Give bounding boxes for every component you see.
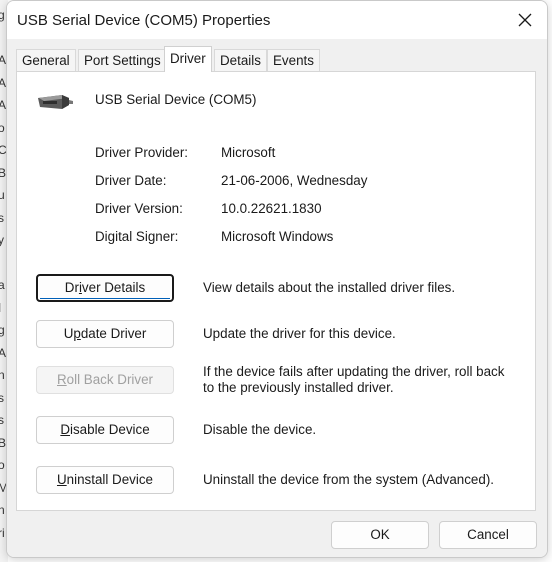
close-icon <box>518 13 532 27</box>
dialog-body: General Port Settings Driver Details Eve… <box>7 39 547 557</box>
properties-dialog: USB Serial Device (COM5) Properties Gene… <box>6 0 548 558</box>
driver-details-description: View details about the installed driver … <box>203 280 456 295</box>
driver-date-label: Driver Date: <box>95 173 167 188</box>
background-text-fragment: g <box>0 323 5 337</box>
background-text-fragment: n <box>0 503 5 517</box>
tab-events[interactable]: Events <box>267 49 320 71</box>
background-text-fragment: i <box>0 31 1 45</box>
uninstall-device-button[interactable]: Uninstall Device <box>36 466 174 494</box>
update-driver-button[interactable]: Update Driver <box>36 320 174 348</box>
uninstall-device-description: Uninstall the device from the system (Ad… <box>203 472 494 487</box>
title-bar: USB Serial Device (COM5) Properties <box>7 1 547 39</box>
background-text-fragment: o <box>0 120 5 135</box>
cancel-button[interactable]: Cancel <box>439 521 537 549</box>
close-button[interactable] <box>507 5 543 35</box>
disable-device-button[interactable]: Disable Device <box>36 416 174 444</box>
background-text-fragment: ا <box>0 301 1 315</box>
background-text-fragment: a <box>0 278 5 292</box>
driver-version-label: Driver Version: <box>95 201 183 216</box>
background-text-fragment: g <box>0 8 5 22</box>
serial-connector-icon <box>38 95 73 109</box>
background-text-fragment: y <box>0 233 4 247</box>
background-text-fragment: i <box>0 256 1 270</box>
window-title: USB Serial Device (COM5) Properties <box>17 12 271 29</box>
background-text-fragment: s <box>0 413 4 427</box>
tab-driver[interactable]: Driver <box>164 46 212 72</box>
digital-signer-label: Digital Signer: <box>95 229 179 244</box>
driver-version-value: 10.0.22621.1830 <box>221 201 322 216</box>
tab-details[interactable]: Details <box>214 49 267 71</box>
driver-tab-panel: USB Serial Device (COM5) Driver Provider… <box>16 71 536 511</box>
ok-button[interactable]: OK <box>331 521 429 549</box>
background-text-fragment: s <box>0 210 4 225</box>
driver-provider-value: Microsoft <box>221 145 276 160</box>
update-driver-description: Update the driver for this device. <box>203 326 396 341</box>
tab-general[interactable]: General <box>16 49 76 71</box>
background-text-fragment: s <box>0 390 4 405</box>
driver-date-value: 21-06-2006, Wednesday <box>221 173 368 188</box>
driver-provider-label: Driver Provider: <box>95 145 189 160</box>
roll-back-driver-button[interactable]: Roll Back Driver <box>36 366 174 394</box>
background-text-fragment: u <box>0 188 5 202</box>
driver-details-button[interactable]: Driver Details <box>36 274 174 302</box>
digital-signer-value: Microsoft Windows <box>221 229 334 244</box>
background-text-fragment: ri <box>0 525 5 540</box>
disable-device-description: Disable the device. <box>203 422 317 437</box>
device-name: USB Serial Device (COM5) <box>95 92 257 107</box>
background-text-fragment: n <box>0 368 5 382</box>
tab-port-settings[interactable]: Port Settings <box>78 49 167 71</box>
roll-back-driver-description: If the device fails after updating the d… <box>203 364 505 395</box>
background-text-fragment: o <box>0 458 5 472</box>
